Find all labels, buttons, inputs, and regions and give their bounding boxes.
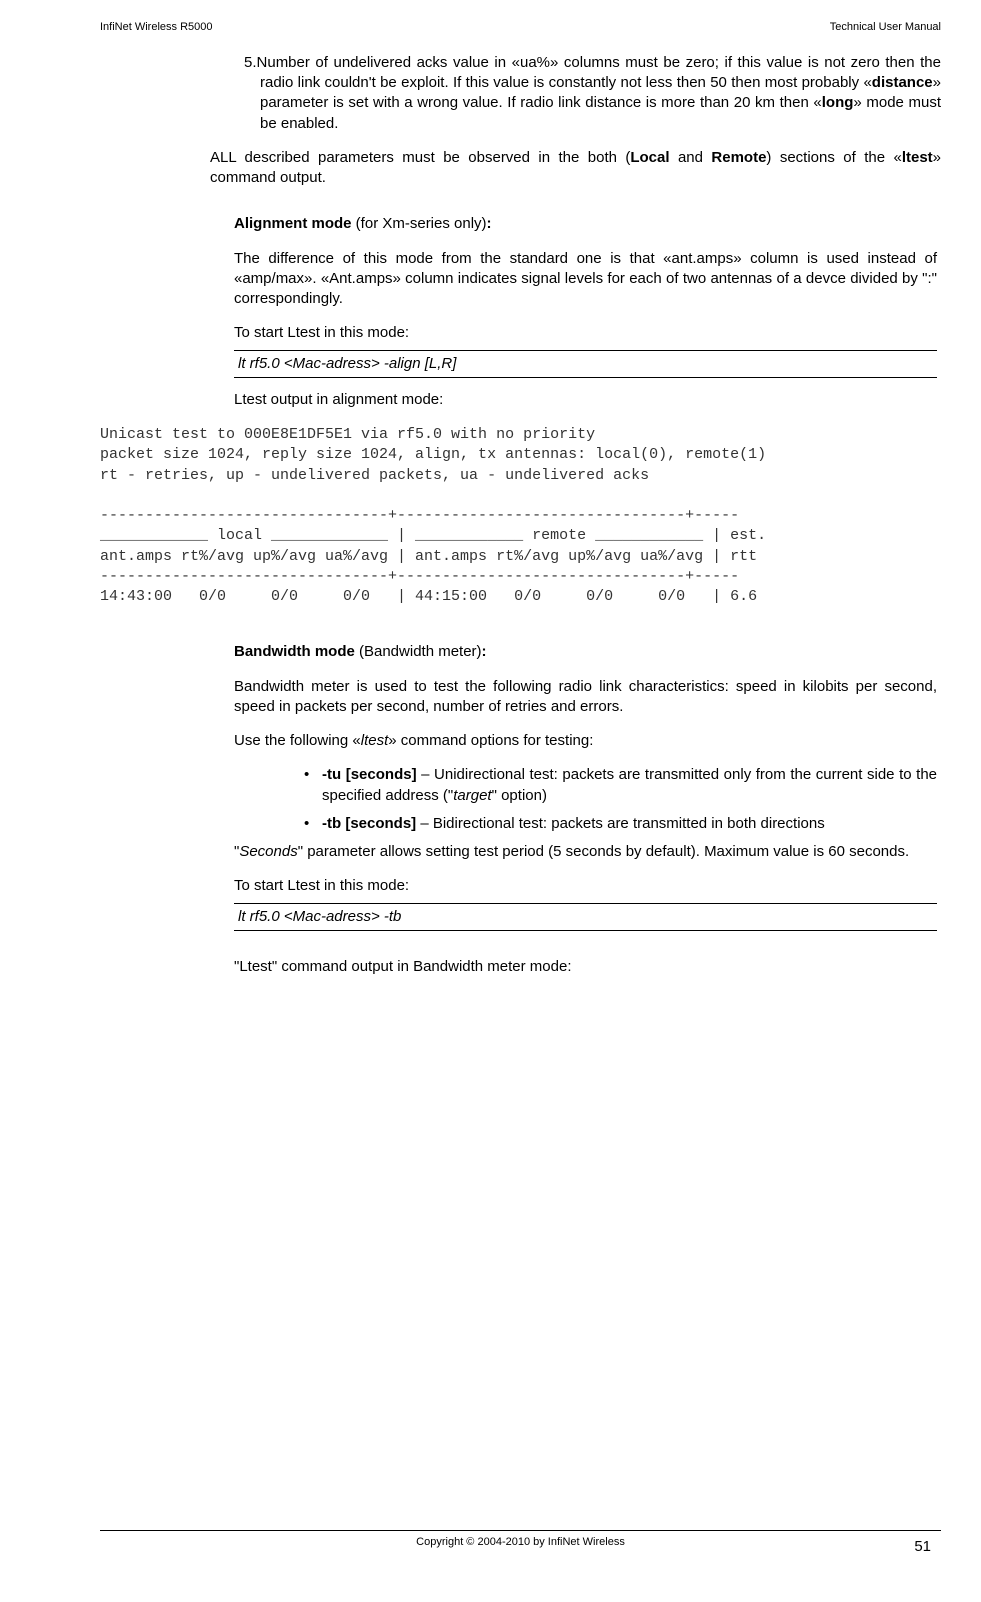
ltest-output-label: "Ltest" command output in Bandwidth mete… [234,957,937,977]
alignment-mode-heading: Alignment mode (for Xm-series only): [234,214,937,234]
paragraph-all-described: ALL described parameters must be observe… [210,148,941,189]
paragraph-numbered-5: 5.Number of undelivered acks value in «u… [230,53,941,134]
bullet-dot: • [304,765,322,806]
terminal-output: Unicast test to 000E8E1DF5E1 via rf5.0 w… [100,425,941,607]
page-footer: Copyright © 2004-2010 by InfiNet Wireles… [100,1530,941,1550]
bullet-tu: • -tu [seconds] – Unidirectional test: p… [234,765,937,806]
page-number: 51 [914,1537,931,1557]
page-header: InfiNet Wireless R5000 Technical User Ma… [100,20,941,35]
start-ltest-label: To start Ltest in this mode: [234,876,937,896]
seconds-param: "Seconds" parameter allows setting test … [234,842,937,862]
bandwidth-desc-2: Use the following «ltest» command option… [234,731,937,751]
command-align: lt rf5.0 <Mac-adress> -align [L,R] [234,350,937,378]
command-tb: lt rf5.0 <Mac-adress> -tb [234,903,937,931]
alignment-desc-1: The difference of this mode from the sta… [234,249,937,310]
bullet-tb: • -tb [seconds] – Bidirectional test: pa… [234,814,937,834]
main-content: 5.Number of undelivered acks value in «u… [230,53,941,977]
alignment-desc-2: To start Ltest in this mode: [234,323,937,343]
bandwidth-mode-heading: Bandwidth mode (Bandwidth meter): [234,642,937,662]
alignment-output-label: Ltest output in alignment mode: [234,390,937,410]
bullet-dot: • [304,814,322,834]
header-right: Technical User Manual [830,20,941,35]
bandwidth-desc-1: Bandwidth meter is used to test the foll… [234,677,937,718]
header-left: InfiNet Wireless R5000 [100,20,213,35]
copyright-text: Copyright © 2004-2010 by InfiNet Wireles… [416,1535,625,1550]
